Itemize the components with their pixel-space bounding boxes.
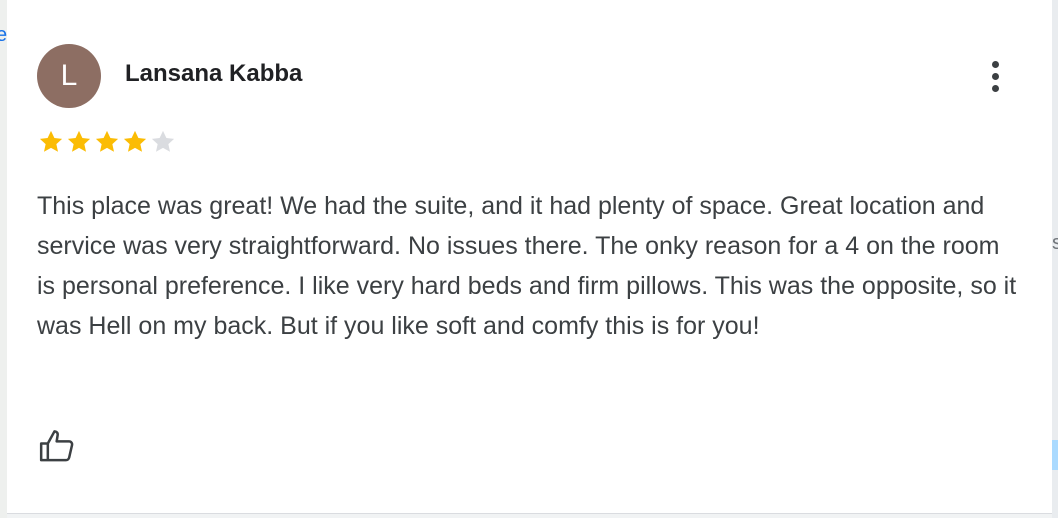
avatar[interactable]: L: [37, 44, 101, 108]
star-filled-icon: [39, 130, 63, 152]
star-empty-icon: [151, 130, 175, 152]
star-rating: [37, 128, 177, 156]
review-card: L Lansana Kabba This place was great! We…: [7, 0, 1052, 514]
map-background-right: s: [1052, 0, 1058, 518]
map-background-left: e: [0, 0, 7, 518]
avatar-initial: L: [60, 59, 78, 92]
thumbs-up-icon: [39, 430, 74, 462]
review-text: This place was great! We had the suite, …: [37, 192, 1017, 340]
more-options-button[interactable]: [983, 56, 1007, 96]
reviewer-name[interactable]: Lansana Kabba: [125, 60, 302, 88]
star-filled-icon: [123, 130, 147, 152]
more-vertical-icon: [991, 60, 999, 68]
map-water: [1052, 440, 1058, 470]
star-filled-icon: [95, 130, 119, 152]
star-filled-icon: [67, 130, 91, 152]
like-button[interactable]: [37, 426, 77, 466]
map-label-fragment: s: [1052, 232, 1058, 254]
